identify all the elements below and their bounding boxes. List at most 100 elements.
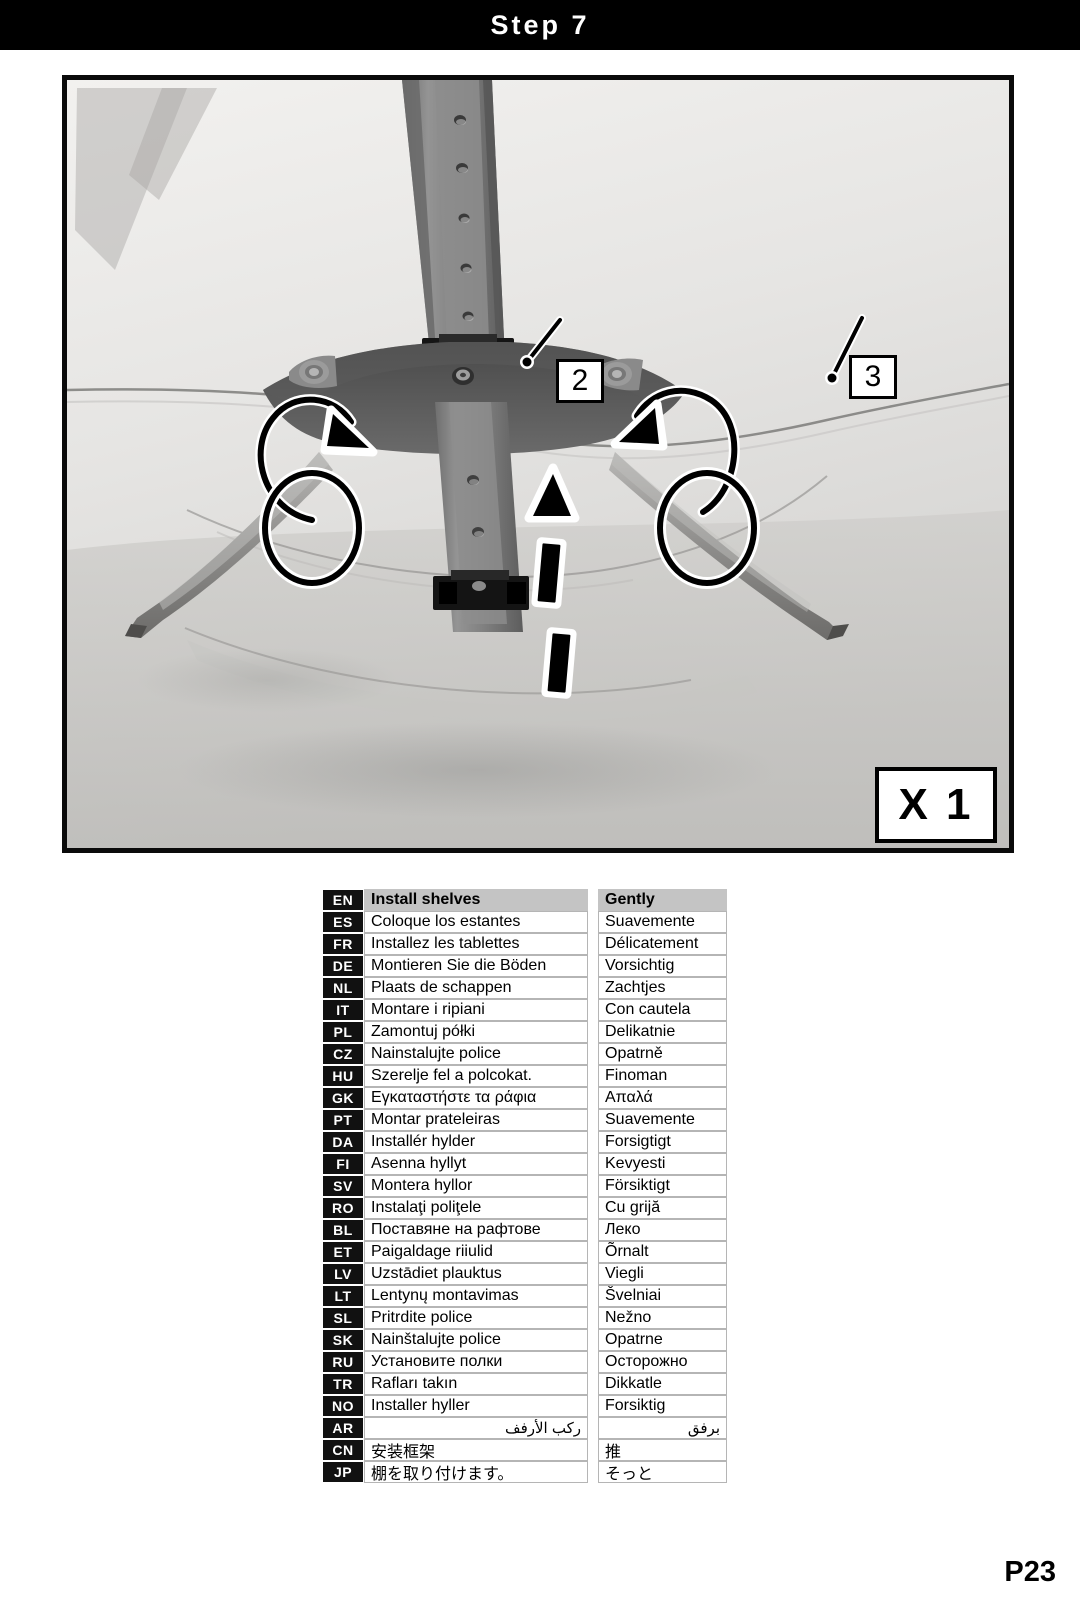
manner-text: Švelniai bbox=[598, 1285, 727, 1307]
table-row: NO Installer hyller Forsiktig bbox=[322, 1395, 727, 1417]
instruction-text: Asenna hyllyt bbox=[364, 1153, 588, 1175]
language-code-es: ES bbox=[322, 911, 364, 933]
manner-text: Delikatnie bbox=[598, 1021, 727, 1043]
language-code-ar: AR bbox=[322, 1417, 364, 1439]
language-code-gk: GK bbox=[322, 1087, 364, 1109]
table-row: PL Zamontuj półki Delikatnie bbox=[322, 1021, 727, 1043]
instruction-text: Installer hyller bbox=[364, 1395, 588, 1417]
instruction-text: Installér hylder bbox=[364, 1131, 588, 1153]
table-row: SL Pritrdite police Nežno bbox=[322, 1307, 727, 1329]
instruction-text: Paigaldage riiulid bbox=[364, 1241, 588, 1263]
table-row: RU Установите полки Осторожно bbox=[322, 1351, 727, 1373]
manner-text: Con cautela bbox=[598, 999, 727, 1021]
manner-text: Õrnalt bbox=[598, 1241, 727, 1263]
column-gap bbox=[588, 1307, 598, 1329]
column-gap bbox=[588, 1439, 598, 1461]
column-gap bbox=[588, 1373, 598, 1395]
language-code-sl: SL bbox=[322, 1307, 364, 1329]
table-row: ES Coloque los estantes Suavemente bbox=[322, 911, 727, 933]
manner-text: Délicatement bbox=[598, 933, 727, 955]
table-row: CZ Nainstalujte police Opatrně bbox=[322, 1043, 727, 1065]
step-title: Step 7 bbox=[490, 9, 590, 40]
instruction-text: 安装框架 bbox=[364, 1439, 588, 1461]
instruction-text: Установите полки bbox=[364, 1351, 588, 1373]
instruction-photo: 2 3 X 1 bbox=[62, 75, 1014, 853]
instruction-text: Montar prateleiras bbox=[364, 1109, 588, 1131]
photo-illustration bbox=[67, 80, 1009, 848]
table-row: TR Rafları takın Dikkatle bbox=[322, 1373, 727, 1395]
table-row: IT Montare i ripiani Con cautela bbox=[322, 999, 727, 1021]
callout-box-2: 2 bbox=[556, 359, 604, 403]
language-code-tr: TR bbox=[322, 1373, 364, 1395]
manner-text: Forsigtigt bbox=[598, 1131, 727, 1153]
table-row: DE Montieren Sie die Böden Vorsichtig bbox=[322, 955, 727, 977]
manner-text: Kevyesti bbox=[598, 1153, 727, 1175]
language-code-sk: SK bbox=[322, 1329, 364, 1351]
language-code-et: ET bbox=[322, 1241, 364, 1263]
translation-table: EN Install shelves Gently ES Coloque los est… bbox=[322, 889, 727, 1483]
language-code-ru: RU bbox=[322, 1351, 364, 1373]
column-gap bbox=[588, 1329, 598, 1351]
column-gap bbox=[588, 1219, 598, 1241]
manner-text: Forsiktig bbox=[598, 1395, 727, 1417]
manner-text: Gently bbox=[598, 889, 727, 911]
table-row: FI Asenna hyllyt Kevyesti bbox=[322, 1153, 727, 1175]
language-code-bl: BL bbox=[322, 1219, 364, 1241]
column-gap bbox=[588, 1175, 598, 1197]
column-gap bbox=[588, 1109, 598, 1131]
instruction-text: Szerelje fel a polcokat. bbox=[364, 1065, 588, 1087]
language-code-pl: PL bbox=[322, 1021, 364, 1043]
language-code-lv: LV bbox=[322, 1263, 364, 1285]
instruction-text: Plaats de schappen bbox=[364, 977, 588, 999]
column-gap bbox=[588, 977, 598, 999]
language-code-ro: RO bbox=[322, 1197, 364, 1219]
instruction-text: Rafları takın bbox=[364, 1373, 588, 1395]
instruction-text: Поставяне на рафтове bbox=[364, 1219, 588, 1241]
column-gap bbox=[588, 1241, 598, 1263]
table-row: LT Lentynų montavimas Švelniai bbox=[322, 1285, 727, 1307]
manner-text: Zachtjes bbox=[598, 977, 727, 999]
language-code-fi: FI bbox=[322, 1153, 364, 1175]
language-code-de: DE bbox=[322, 955, 364, 977]
instruction-text: Lentynų montavimas bbox=[364, 1285, 588, 1307]
table-row: RO Instalaţi poliţele Cu grijă bbox=[322, 1197, 727, 1219]
manner-text: Dikkatle bbox=[598, 1373, 727, 1395]
language-code-jp: JP bbox=[322, 1461, 364, 1483]
language-code-lt: LT bbox=[322, 1285, 364, 1307]
instruction-text: Uzstādiet plauktus bbox=[364, 1263, 588, 1285]
column-gap bbox=[588, 1153, 598, 1175]
column-gap bbox=[588, 889, 598, 911]
table-row: AR ركب الأرفف برفق bbox=[322, 1417, 727, 1439]
manner-text: برفق bbox=[598, 1417, 727, 1439]
manner-text: 推 bbox=[598, 1439, 727, 1461]
manner-text: Opatrně bbox=[598, 1043, 727, 1065]
manner-text: Nežno bbox=[598, 1307, 727, 1329]
column-gap bbox=[588, 955, 598, 977]
manner-text: Suavemente bbox=[598, 911, 727, 933]
column-gap bbox=[588, 1021, 598, 1043]
column-gap bbox=[588, 933, 598, 955]
manner-text: Απαλά bbox=[598, 1087, 727, 1109]
instruction-text: Pritrdite police bbox=[364, 1307, 588, 1329]
table-row: SK Nainštalujte police Opatrne bbox=[322, 1329, 727, 1351]
instruction-text: 棚を取り付けます。 bbox=[364, 1461, 588, 1483]
column-gap bbox=[588, 1087, 598, 1109]
language-code-fr: FR bbox=[322, 933, 364, 955]
instruction-text: Install shelves bbox=[364, 889, 588, 911]
table-row: SV Montera hyllor Försiktigt bbox=[322, 1175, 727, 1197]
column-gap bbox=[588, 1351, 598, 1373]
manner-text: Vorsichtig bbox=[598, 955, 727, 977]
column-gap bbox=[588, 1197, 598, 1219]
language-code-hu: HU bbox=[322, 1065, 364, 1087]
language-code-da: DA bbox=[322, 1131, 364, 1153]
manner-text: Försiktigt bbox=[598, 1175, 727, 1197]
manner-text: Viegli bbox=[598, 1263, 727, 1285]
column-gap bbox=[588, 1065, 598, 1087]
table-row: EN Install shelves Gently bbox=[322, 889, 727, 911]
manner-text: Леко bbox=[598, 1219, 727, 1241]
language-code-no: NO bbox=[322, 1395, 364, 1417]
instruction-text: Installez les tablettes bbox=[364, 933, 588, 955]
table-row: BL Поставяне на рафтове Леко bbox=[322, 1219, 727, 1241]
language-code-cn: CN bbox=[322, 1439, 364, 1461]
language-code-sv: SV bbox=[322, 1175, 364, 1197]
